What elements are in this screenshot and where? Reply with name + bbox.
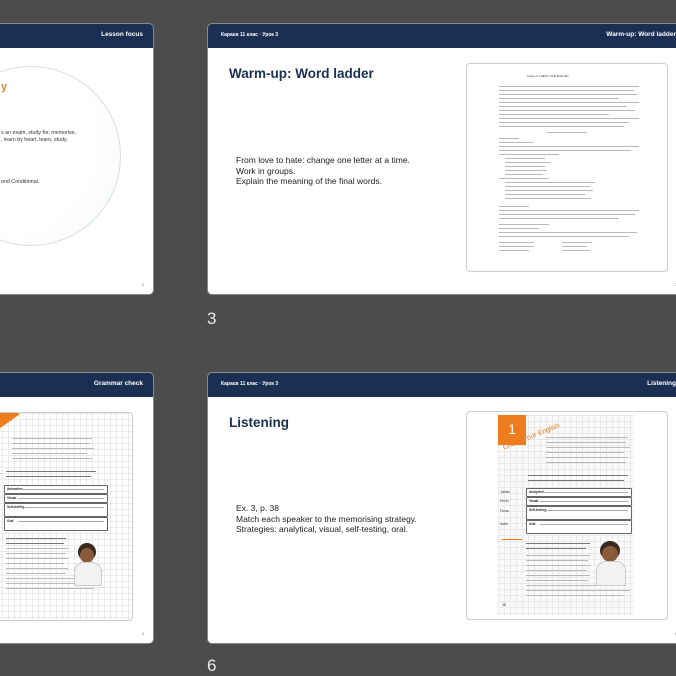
slide-header: Grammar check [0, 373, 153, 397]
textbook-page-preview: Animation Visual Self-testing Oral [0, 412, 133, 621]
decorative-arc [0, 66, 121, 246]
slide-page-marker: 5 [141, 631, 144, 636]
slide-body-line: Explain the meaning of the final words. [236, 176, 383, 186]
document-title: Lesson 3: CHECK YOUR ENGLISH [527, 75, 569, 78]
slide-text-line: s an exam, study for, memorise, [1, 130, 77, 136]
document-preview: Lesson 3: CHECK YOUR ENGLISH [466, 63, 668, 272]
textbook-page-preview: 1 Check Your English James Kevin Fiona K… [466, 411, 668, 620]
strategy-box: Self-testing [4, 503, 108, 517]
slide-thumbnail-grammar-check[interactable]: Grammar check Animation Visual Self-test… [0, 372, 154, 644]
slide-page-marker: 2 [141, 282, 144, 287]
strategy-box: Animation [4, 485, 108, 494]
speaker-name: Kevin [500, 499, 509, 503]
slide-header: Lesson focus [0, 24, 153, 48]
slide-body-line: Ex. 3, p. 38 [236, 503, 279, 513]
speaker-name: James [500, 490, 510, 494]
person-photo [594, 541, 626, 586]
slide-title: Listening [229, 415, 289, 430]
speaker-name: Fiona [500, 509, 509, 513]
slide-number-label: 3 [207, 309, 217, 328]
slide-header-title: Lesson focus [101, 31, 143, 38]
slide-header-course: Караєв 11 клас · Урок 3 [221, 32, 279, 38]
slide-header: Караєв 11 клас · Урок 3 Warm-up: Word la… [208, 24, 676, 48]
strategy-box: Self-testing [526, 506, 632, 520]
slide-title: Warm-up: Word ladder [229, 66, 374, 81]
slide-body-line: Work in groups. [236, 166, 296, 176]
slide-header-course: Караєв 11 клас · Урок 3 [221, 381, 279, 387]
speaker-name: Katie [500, 522, 508, 526]
slide-header-title: Warm-up: Word ladder [606, 31, 676, 38]
slide-header: Караєв 11 клас · Урок 3 Listening [208, 373, 676, 397]
person-photo [72, 543, 102, 586]
slide-thumbnail-listening[interactable]: Караєв 11 клас · Урок 3 Listening Listen… [207, 372, 676, 644]
slide-number-label: 6 [207, 656, 217, 675]
slide-body-line: Match each speaker to the memorising str… [236, 514, 417, 524]
slide-body-line: Strategies: analytical, visual, self-tes… [236, 524, 408, 534]
slide-text-line: , learn by heart, learn, study, [1, 137, 68, 143]
slide-thumbnail-lesson-focus[interactable]: Lesson focus y s an exam, study for, mem… [0, 23, 154, 295]
slide-header-title: Grammar check [93, 380, 143, 387]
slide-header-title: Listening [647, 380, 676, 387]
page-number: 38 [502, 603, 506, 607]
slide-heading-fragment: y [1, 81, 8, 93]
slide-text-line: ond Conditional. [1, 179, 40, 185]
slide-thumbnail-warm-up[interactable]: Караєв 11 клас · Урок 3 Warm-up: Word la… [207, 23, 676, 295]
strategy-box: Analytical [526, 488, 632, 497]
strategy-box: Oral [526, 520, 632, 534]
strategy-box: Oral [4, 517, 108, 531]
strategy-box: Visual [4, 494, 108, 503]
strategy-box: Visual [526, 497, 632, 506]
slide-body-line: From love to hate: change one letter at … [236, 155, 410, 165]
